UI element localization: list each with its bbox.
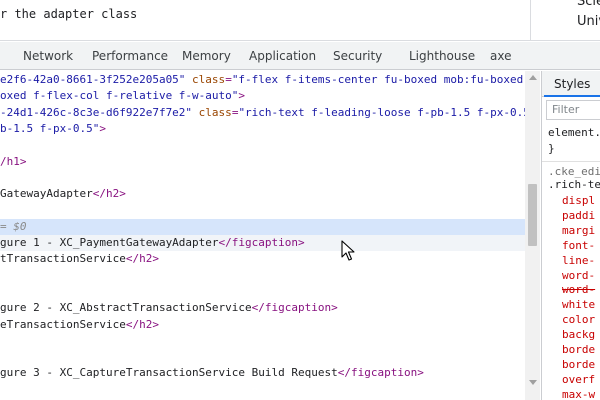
page-side-text-2[interactable]: Univ — [577, 14, 600, 29]
dom-node-selected[interactable]: = $0 — [0, 218, 525, 235]
dom-token: "rich-text f-leading-loose f-pb-1.5 f-px… — [238, 105, 530, 119]
dom-node[interactable]: gure 1 - XC_PaymentGatewayAdapter</figca… — [0, 235, 525, 251]
css-property-name[interactable]: backg — [562, 327, 595, 343]
elements-scrollbar-thumb[interactable] — [528, 184, 537, 246]
scroll-down-arrow-icon[interactable] — [529, 380, 537, 385]
dom-node[interactable]: /h1> — [0, 154, 27, 170]
css-property-name[interactable]: borde — [562, 357, 595, 373]
rule-selector-rich-text[interactable]: .rich-te — [548, 177, 600, 193]
css-property-name[interactable]: color — [562, 312, 595, 328]
css-property-name[interactable]: line- — [562, 253, 595, 269]
tab-application[interactable]: Application — [249, 42, 316, 70]
scroll-up-arrow-icon[interactable] — [529, 75, 537, 80]
dom-node[interactable]: gure 2 - XC_AbstractTransactionService</… — [0, 300, 338, 316]
css-property-name[interactable]: word- — [562, 268, 595, 284]
dom-token: eTransactionService — [0, 317, 126, 331]
css-property-name[interactable]: overf — [562, 372, 595, 388]
styles-pane: Styles Filter element.s } .cke_edi .rich… — [541, 71, 600, 400]
active-tab-indicator — [544, 95, 600, 97]
page-paragraph-text: r the adapter class — [0, 7, 138, 21]
mouse-pointer-icon — [341, 240, 355, 261]
dom-token: </figcaption> — [337, 366, 424, 380]
css-property-name[interactable]: word- — [562, 282, 595, 298]
dom-token: class — [185, 73, 226, 86]
styles-tab-bar: Styles — [542, 71, 600, 97]
dom-token: > — [238, 89, 246, 103]
tab-performance[interactable]: Performance — [92, 42, 168, 70]
tab-network[interactable]: Network — [23, 42, 73, 70]
dom-node[interactable]: oxed f-flex-col f-relative f-w-auto"> — [0, 88, 245, 104]
tab-axe[interactable]: axe — [490, 42, 511, 70]
elements-dom-tree[interactable]: e2f6-42a0-8661-3f252e205a05" class="f-fl… — [0, 71, 541, 400]
css-property-name[interactable]: borde — [562, 342, 595, 358]
css-property-name[interactable]: font- — [562, 238, 595, 254]
element-style-selector[interactable]: element.s — [548, 125, 600, 141]
css-property-name[interactable]: displ — [562, 193, 595, 209]
dom-token: "f-flex f-items-center fu-boxed mob:fu-b… — [231, 73, 524, 86]
dom-node[interactable]: eTransactionService</h2> — [0, 317, 159, 333]
dom-node[interactable]: gure 3 - XC_CaptureTransactionService Bu… — [0, 365, 424, 381]
dom-token: gure 1 - XC_PaymentGatewayAdapter — [0, 236, 219, 249]
dom-token: class — [192, 105, 232, 119]
css-property-name[interactable]: paddi — [562, 208, 595, 224]
dom-token: -24d1-426c-8c3e-d6f922e7f7e2" — [0, 105, 193, 119]
rule-divider — [542, 161, 600, 162]
tab-styles[interactable]: Styles — [554, 71, 590, 97]
dom-token: </h2> — [125, 317, 159, 331]
dom-token: gure 2 - XC_AbstractTransactionService — [0, 301, 252, 315]
dom-node[interactable]: tTransactionService</h2> — [0, 251, 159, 267]
devtools-tab-bar: Network Performance Memory Application S… — [0, 42, 600, 70]
dom-token: /h1> — [0, 154, 27, 168]
tab-memory[interactable]: Memory — [182, 42, 231, 70]
dom-token: tTransactionService — [0, 252, 126, 266]
page-content-strip: r the adapter class Scie Univ — [0, 0, 600, 41]
dom-token: </h2> — [125, 252, 159, 266]
page-divider — [530, 0, 531, 41]
styles-filter-input[interactable]: Filter — [546, 100, 600, 120]
css-property-name[interactable]: white — [562, 297, 595, 313]
dom-node[interactable]: GatewayAdapter</h2> — [0, 186, 126, 202]
dom-token: GatewayAdapter — [0, 187, 93, 201]
dom-node[interactable]: -24d1-426c-8c3e-d6f922e7f7e2" class="ric… — [0, 105, 530, 121]
dom-token: gure 3 - XC_CaptureTransactionService Bu… — [0, 366, 338, 380]
tab-lighthouse[interactable]: Lighthouse — [409, 42, 475, 70]
dom-node[interactable]: b-1.5 f-px-0.5"> — [0, 121, 106, 137]
css-property-name[interactable]: max-w — [562, 387, 595, 400]
tab-security[interactable]: Security — [333, 42, 382, 70]
dom-token: oxed f-flex-col f-relative f-w-auto" — [0, 89, 239, 103]
dom-token: e2f6-42a0-8661-3f252e205a05" — [0, 73, 186, 86]
dom-token: > — [99, 121, 106, 135]
dom-token: = — [225, 73, 232, 86]
dom-token: </figcaption> — [251, 301, 338, 315]
dom-token: b-1.5 f-px-0.5" — [0, 121, 100, 135]
dom-token: = $0 — [0, 219, 27, 233]
dom-token: </h2> — [92, 187, 126, 201]
page-side-text-1[interactable]: Scie — [577, 0, 600, 9]
dom-node[interactable]: e2f6-42a0-8661-3f252e205a05" class="f-fl… — [0, 72, 523, 88]
dom-token: </figcaption> — [218, 236, 305, 249]
css-property-name[interactable]: margi — [562, 223, 595, 239]
element-style-close-brace: } — [548, 142, 555, 155]
